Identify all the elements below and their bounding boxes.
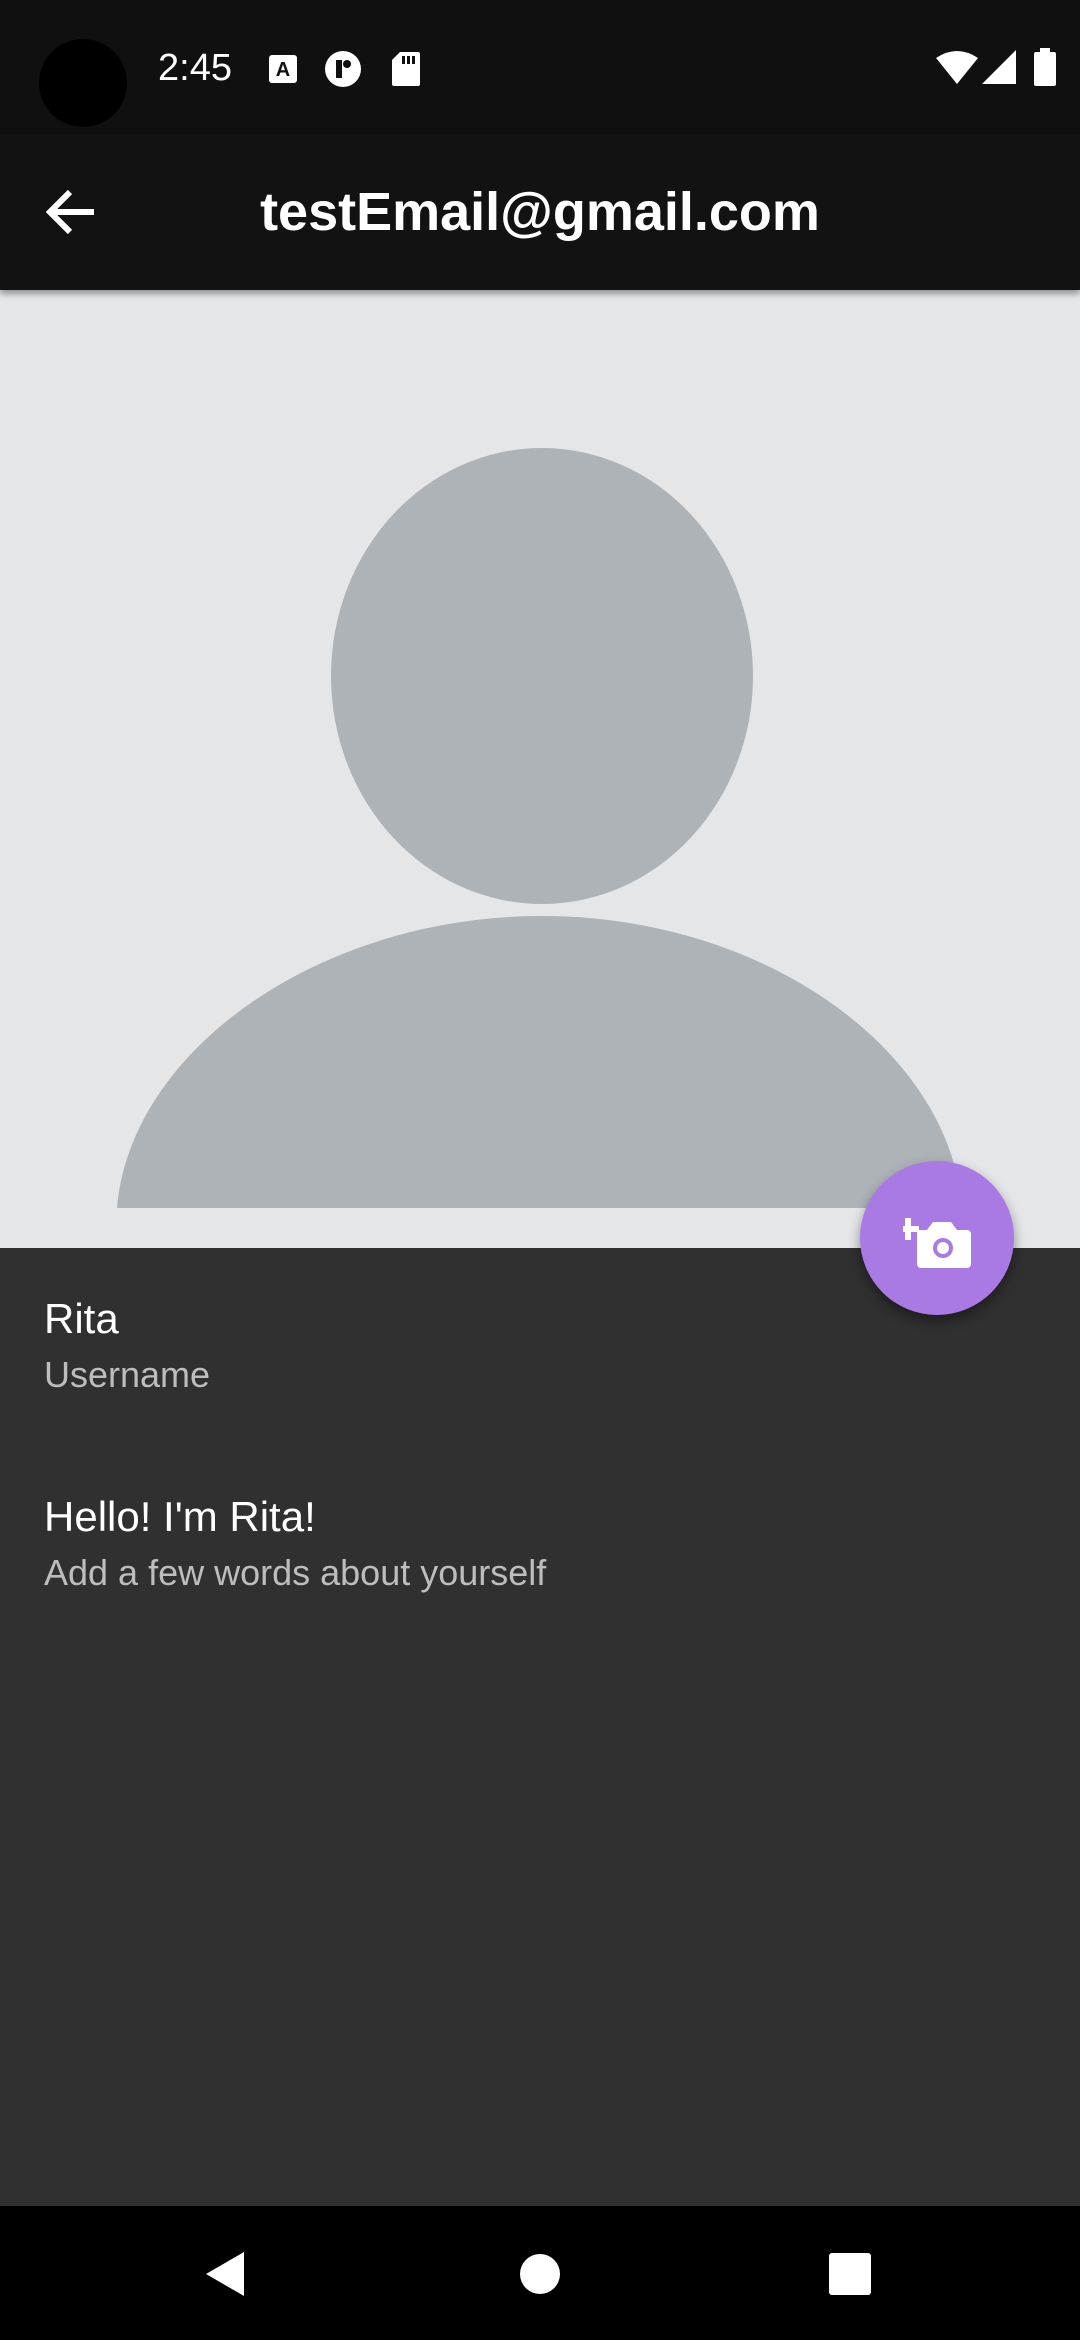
- change-photo-button[interactable]: [860, 1161, 1014, 1315]
- camera-cutout: [39, 39, 127, 127]
- username-item[interactable]: Rita Username: [44, 1292, 1024, 1400]
- app-bar: testEmail@gmail.com: [0, 134, 1080, 290]
- profile-screen: 2:45 A testEmail@gmail.com Rita Username…: [0, 0, 1080, 2340]
- nav-home-button[interactable]: [508, 2242, 572, 2306]
- svg-text:A: A: [276, 59, 290, 81]
- username-label: Username: [44, 1354, 211, 1395]
- a-notification-icon: A: [268, 54, 298, 89]
- person-placeholder-icon: [117, 448, 962, 1208]
- bio-item[interactable]: Hello! I'm Rita! Add a few words about y…: [44, 1490, 1024, 1598]
- add-a-photo-icon: [903, 1218, 971, 1268]
- signal-icon: [982, 50, 1016, 89]
- nav-home-icon: [520, 2254, 560, 2294]
- nav-recents-button[interactable]: [818, 2242, 882, 2306]
- nav-back-button[interactable]: [194, 2242, 258, 2306]
- sd-card-icon: [392, 52, 420, 91]
- battery-icon: [1034, 48, 1056, 91]
- system-nav-bar: [0, 2206, 1080, 2340]
- bio-label: Add a few words about yourself: [44, 1552, 547, 1593]
- nav-recents-icon: [829, 2253, 871, 2295]
- wifi-icon: [936, 50, 978, 89]
- page-title: testEmail@gmail.com: [260, 182, 820, 242]
- nav-back-icon: [206, 2252, 244, 2296]
- bio-value: Hello! I'm Rita!: [44, 1493, 316, 1540]
- avatar-image[interactable]: [0, 290, 1080, 1248]
- status-time: 2:45: [158, 47, 232, 89]
- circle-notification-icon: [324, 50, 362, 93]
- username-value: Rita: [44, 1295, 119, 1342]
- status-bar: 2:45 A: [0, 0, 1080, 134]
